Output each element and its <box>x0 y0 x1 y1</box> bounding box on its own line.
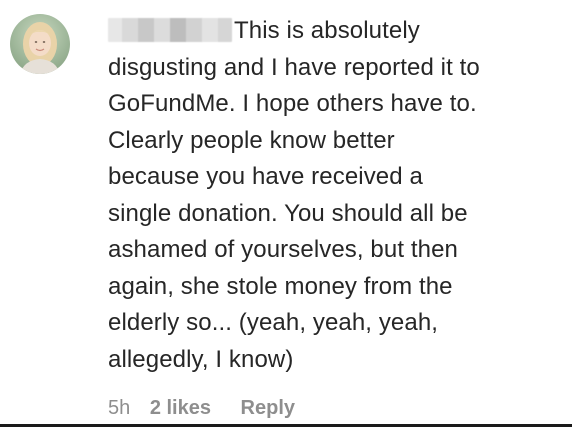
comment-meta: 5h 2 likes Reply <box>108 397 295 420</box>
comment-line: single donation. You should all be <box>108 199 468 227</box>
comment-line: allegedly, I know) <box>108 345 294 373</box>
comment-line: This is absolutely <box>234 17 420 44</box>
comment-line: again, she stole money from the <box>108 272 453 300</box>
user-avatar[interactable] <box>10 14 70 74</box>
username-redacted[interactable] <box>108 18 232 42</box>
comment-line: because you have received a <box>108 163 423 190</box>
avatar-photo-icon <box>20 22 60 74</box>
likes-count-link[interactable]: 2 likes <box>150 397 211 420</box>
comment-timestamp: 5h <box>108 397 131 419</box>
comment-line: ashamed of yourselves, but then <box>108 236 458 263</box>
comment-line: elderly so... (yeah, yeah, yeah, <box>108 309 439 336</box>
reply-button[interactable]: Reply <box>241 397 295 420</box>
comment: This is absolutely disgusting and I have … <box>0 0 572 428</box>
comment-line: GoFundMe. I hope others have to. <box>108 90 477 117</box>
comment-line: disgusting and I have reported it to <box>108 53 480 81</box>
comment-body: This is absolutely disgusting and I have … <box>108 13 558 378</box>
divider <box>0 424 572 427</box>
comment-line: Clearly people know better <box>108 126 395 154</box>
comment-text: This is absolutely disgusting and I have … <box>108 13 558 378</box>
